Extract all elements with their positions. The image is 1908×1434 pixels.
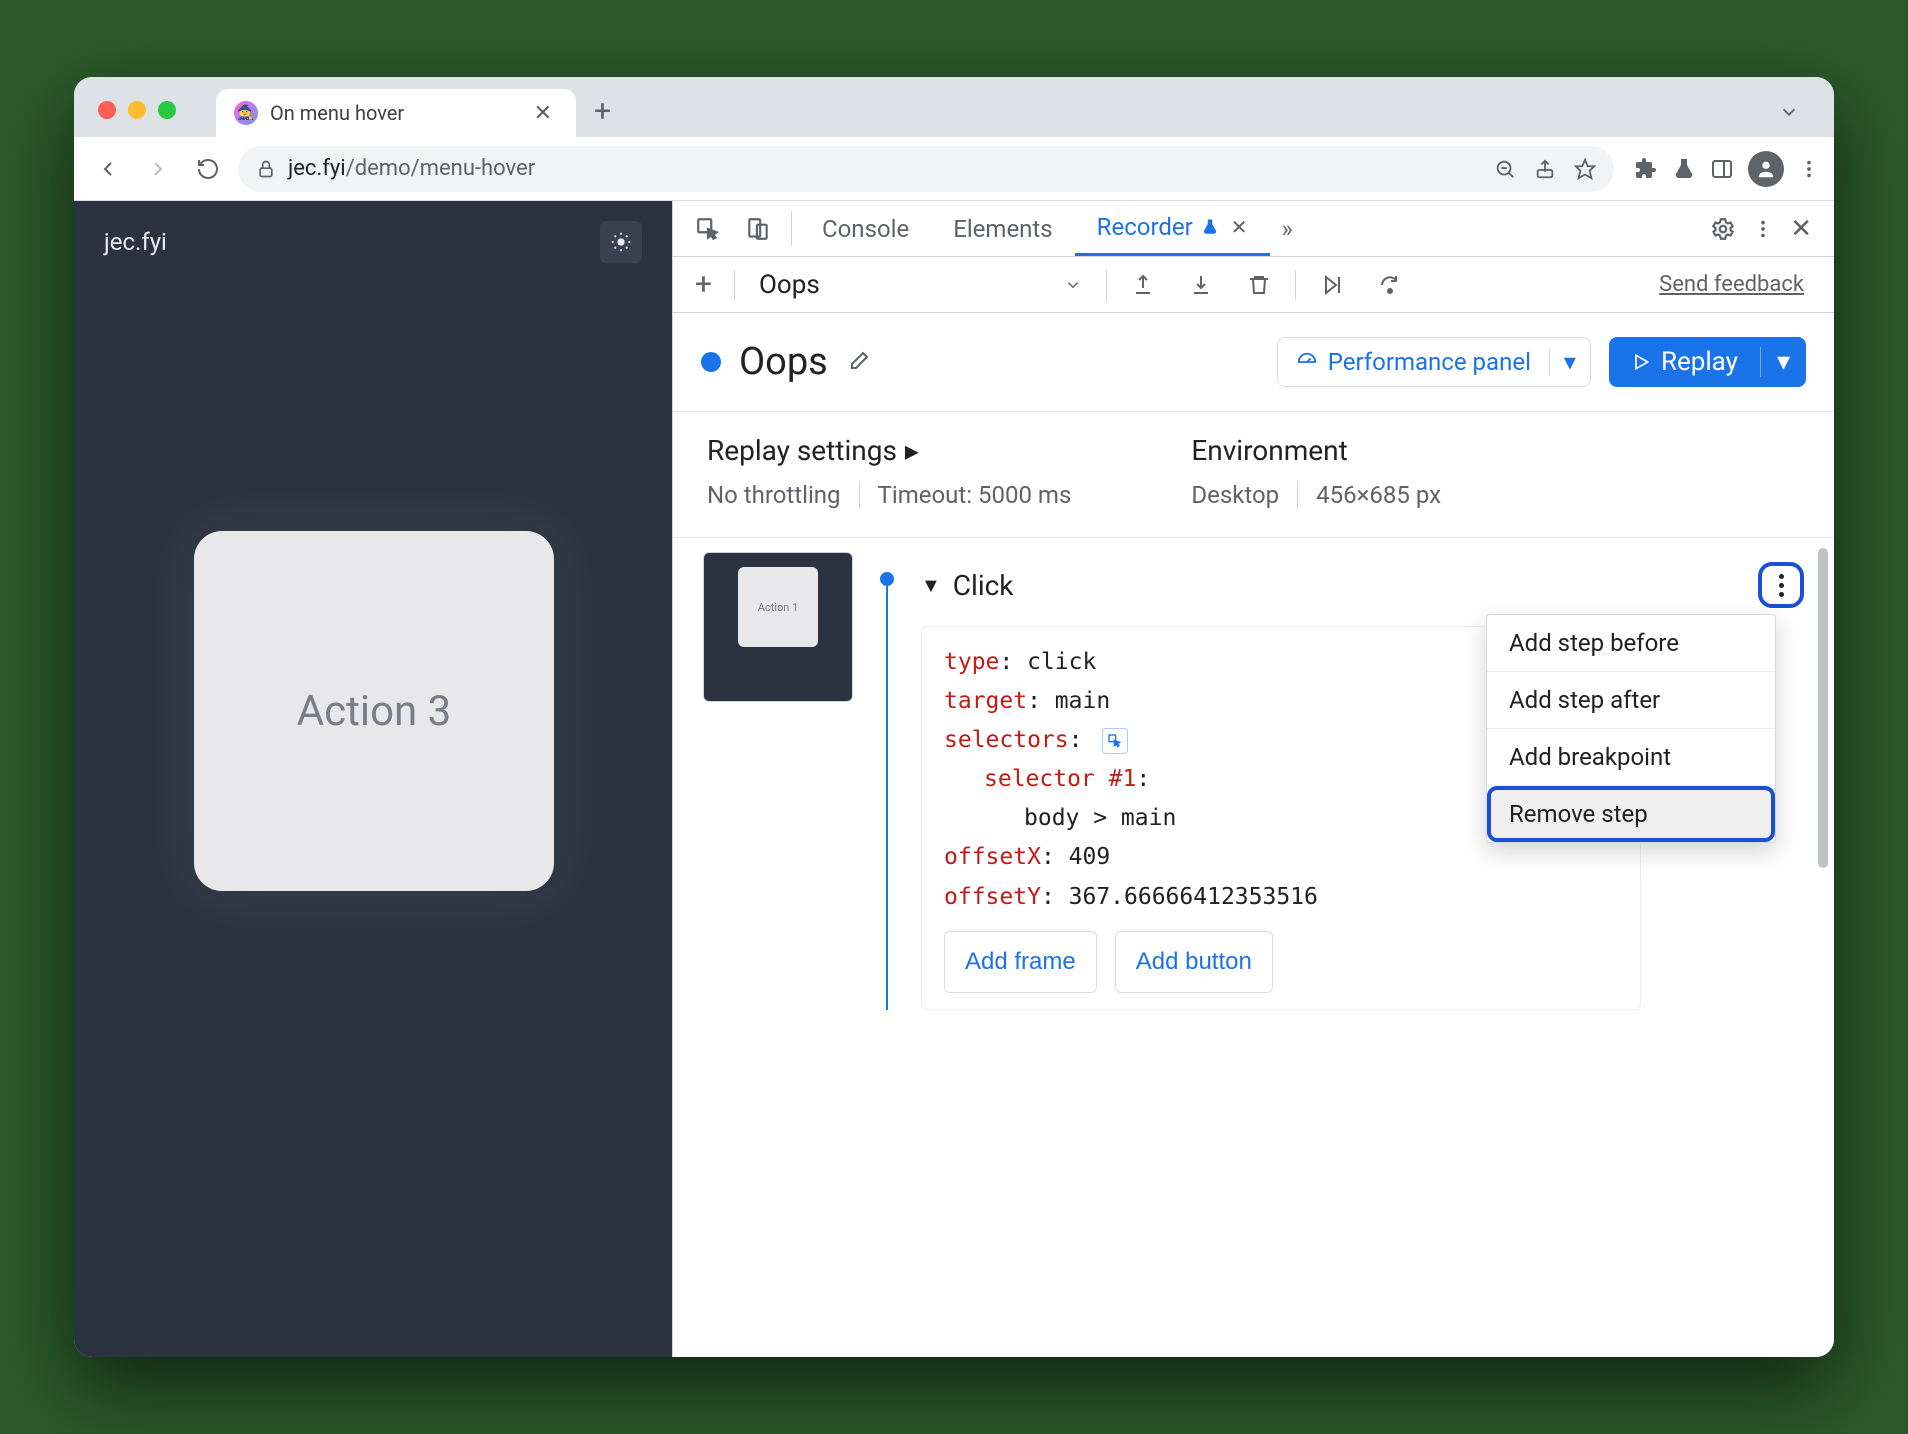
step-header[interactable]: ▼ Click Add step before Add step after A…	[921, 552, 1804, 626]
timeline	[877, 552, 897, 1010]
step-thumbnail[interactable]: Action 1	[703, 552, 853, 702]
tab-title: On menu hover	[270, 101, 516, 125]
extensions-icon[interactable]	[1634, 157, 1658, 181]
step-row: Action 1 ▼ Click Add s	[703, 552, 1834, 1010]
throttling-value: No throttling	[707, 481, 841, 509]
edit-title-button[interactable]	[846, 350, 870, 374]
tab-console[interactable]: Console	[800, 201, 931, 256]
selector-picker-button[interactable]	[1102, 728, 1128, 754]
gauge-icon	[1296, 351, 1318, 373]
site-name: jec.fyi	[104, 228, 167, 256]
menu-add-breakpoint[interactable]: Add breakpoint	[1487, 729, 1775, 786]
close-tab-button[interactable]: ✕	[528, 101, 558, 126]
thumbnail-card: Action 1	[738, 567, 818, 647]
menu-add-step-after[interactable]: Add step after	[1487, 672, 1775, 729]
reload-button[interactable]	[188, 149, 228, 189]
timeout-value: Timeout: 5000 ms	[878, 481, 1072, 509]
gear-icon[interactable]	[1710, 216, 1736, 242]
tab-elements[interactable]: Elements	[931, 201, 1074, 256]
browser-window: 🧙 On menu hover ✕ + jec.fyi/demo/menu-ho…	[74, 77, 1834, 1357]
minimize-window-button[interactable]	[128, 101, 146, 119]
timeline-dot-icon	[880, 572, 894, 586]
kebab-menu-icon[interactable]	[1798, 158, 1820, 180]
window-controls	[88, 101, 186, 137]
recording-settings: Replay settings ▸ No throttling Timeout:…	[673, 412, 1834, 538]
address-bar: jec.fyi/demo/menu-hover	[74, 137, 1834, 201]
star-icon[interactable]	[1574, 158, 1596, 180]
device-toolbar-button[interactable]	[733, 201, 783, 256]
new-tab-button[interactable]: +	[576, 94, 629, 137]
devtools-tabs: Console Elements Recorder ✕ » ✕	[673, 201, 1834, 257]
env-device: Desktop	[1191, 481, 1279, 509]
url-text: jec.fyi/demo/menu-hover	[288, 156, 535, 181]
chevron-right-icon: ▸	[905, 434, 919, 467]
action-card-label: Action 3	[297, 687, 452, 736]
add-button-button[interactable]: Add button	[1115, 931, 1273, 994]
export-button[interactable]	[1121, 273, 1165, 297]
sun-icon	[610, 231, 632, 253]
context-menu: Add step before Add step after Add break…	[1486, 614, 1776, 843]
kebab-menu-icon[interactable]	[1752, 218, 1774, 240]
play-icon	[1631, 352, 1651, 372]
recording-title: Oops	[739, 340, 828, 384]
flask-icon[interactable]	[1672, 157, 1696, 181]
tabs-overflow-button[interactable]: »	[1270, 201, 1305, 256]
tab-bar: 🧙 On menu hover ✕ +	[74, 77, 1834, 137]
recording-header: Oops Performance panel ▾ Replay ▾	[673, 313, 1834, 412]
delete-button[interactable]	[1237, 273, 1281, 297]
devtools-panel: Console Elements Recorder ✕ » ✕ + Oops	[672, 201, 1834, 1357]
step-title: Click	[953, 569, 1014, 602]
maximize-window-button[interactable]	[158, 101, 176, 119]
forward-button[interactable]	[138, 149, 178, 189]
flask-icon	[1201, 218, 1219, 236]
replay-button[interactable]: Replay ▾	[1609, 337, 1806, 387]
content-area: jec.fyi Action 3 Console Elements Record…	[74, 201, 1834, 1357]
steps-area: Action 1 ▼ Click Add s	[673, 538, 1834, 1357]
recording-name: Oops	[749, 270, 820, 300]
recorder-toolbar: + Oops Send feedback	[673, 257, 1834, 313]
replay-settings-toggle[interactable]: Replay settings ▸	[707, 434, 1071, 467]
add-frame-button[interactable]: Add frame	[944, 931, 1097, 994]
browser-tab[interactable]: 🧙 On menu hover ✕	[216, 89, 576, 137]
close-devtools-button[interactable]: ✕	[1790, 214, 1812, 244]
tab-recorder[interactable]: Recorder ✕	[1075, 201, 1270, 256]
performance-panel-dropdown[interactable]: ▾	[1549, 348, 1590, 376]
close-window-button[interactable]	[98, 101, 116, 119]
step-options-button[interactable]	[1758, 562, 1804, 608]
new-recording-button[interactable]: +	[687, 267, 720, 302]
panel-icon[interactable]	[1710, 157, 1734, 181]
send-feedback-link[interactable]: Send feedback	[1659, 272, 1820, 297]
step-over-button[interactable]	[1368, 273, 1412, 297]
favicon-icon: 🧙	[234, 101, 258, 125]
menu-add-step-before[interactable]: Add step before	[1487, 615, 1775, 672]
page-preview: jec.fyi Action 3	[74, 201, 672, 1357]
performance-panel-button[interactable]: Performance panel ▾	[1277, 337, 1591, 387]
toolbar-icons	[1624, 151, 1820, 187]
lock-icon	[256, 159, 276, 179]
inspect-element-button[interactable]	[683, 201, 733, 256]
step-forward-button[interactable]	[1310, 273, 1354, 297]
replay-dropdown[interactable]: ▾	[1760, 347, 1806, 377]
zoom-icon[interactable]	[1494, 158, 1516, 180]
import-button[interactable]	[1179, 273, 1223, 297]
recording-dropdown[interactable]	[1054, 276, 1092, 294]
close-tab-icon[interactable]: ✕	[1231, 215, 1248, 239]
tabs-overflow-button[interactable]	[1778, 101, 1820, 137]
profile-avatar[interactable]	[1748, 151, 1784, 187]
menu-remove-step[interactable]: Remove step	[1487, 786, 1775, 842]
env-size: 456×685 px	[1316, 481, 1441, 509]
back-button[interactable]	[88, 149, 128, 189]
action-card[interactable]: Action 3	[194, 531, 554, 891]
record-indicator-icon	[701, 352, 721, 372]
theme-toggle-button[interactable]	[600, 221, 642, 263]
environment-title: Environment	[1191, 434, 1441, 467]
chevron-down-icon: ▼	[921, 573, 941, 598]
scrollbar[interactable]	[1818, 548, 1828, 868]
omnibox[interactable]: jec.fyi/demo/menu-hover	[238, 146, 1614, 192]
share-icon[interactable]	[1534, 158, 1556, 180]
